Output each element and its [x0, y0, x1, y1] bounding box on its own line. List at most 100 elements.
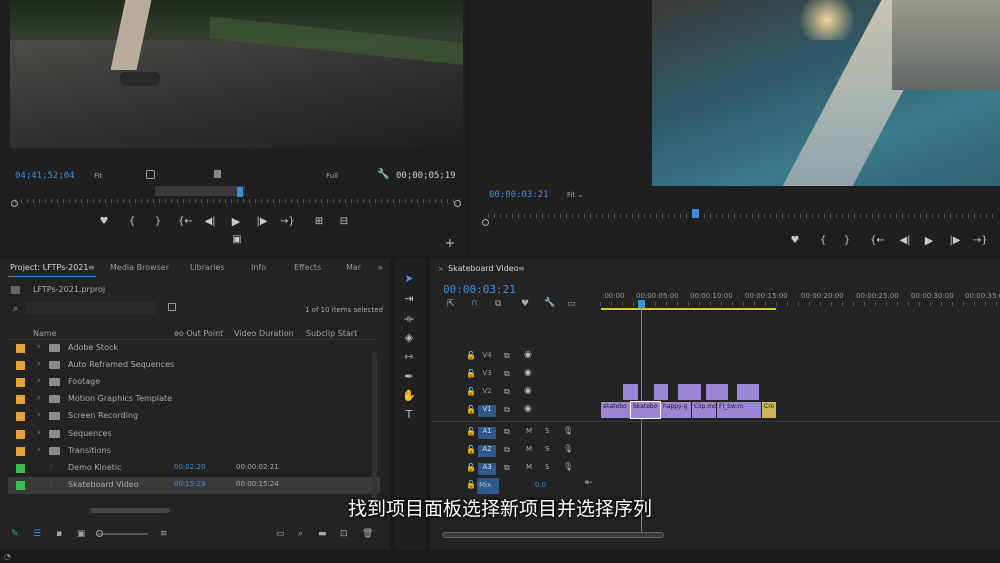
sync-lock-icon[interactable]: ⧉: [504, 387, 510, 397]
eye-icon[interactable]: ◉: [524, 350, 532, 360]
mic-icon[interactable]: 🎙: [563, 426, 573, 435]
ripple-edit-tool-icon[interactable]: ⟛: [401, 312, 417, 326]
timeline-horizontal-scrollbar[interactable]: [442, 532, 664, 538]
track-header-a1[interactable]: 🔓 A1 ⧉ M S 🎙: [432, 424, 600, 441]
camera-icon[interactable]: ▣: [230, 234, 244, 245]
automate-icon[interactable]: ▭: [276, 529, 285, 539]
new-item-icon[interactable]: ⊡: [340, 529, 348, 539]
selection-tool-icon[interactable]: ➤: [401, 272, 417, 285]
list-item[interactable]: › Transitions: [8, 443, 380, 460]
label-color-swatch[interactable]: [16, 412, 25, 421]
go-to-in-icon[interactable]: {←: [178, 216, 193, 227]
program-fit-dropdown[interactable]: Fit ⌄: [567, 191, 583, 199]
solo-button[interactable]: S: [545, 427, 549, 435]
sort-icon[interactable]: ≡: [160, 529, 168, 539]
lock-icon[interactable]: 🔓: [466, 351, 476, 360]
track-label[interactable]: V1: [478, 405, 496, 417]
source-fit-dropdown[interactable]: Fit: [94, 172, 102, 180]
mic-icon[interactable]: 🎙: [563, 462, 573, 471]
tab-project[interactable]: Project: LFTPs-2021: [10, 263, 89, 272]
icon-view-icon[interactable]: ▪: [56, 529, 62, 539]
lock-icon[interactable]: 🔓: [466, 369, 476, 378]
tab-media-browser[interactable]: Media Browser: [110, 263, 169, 272]
overwrite-icon[interactable]: ⊟: [337, 216, 351, 227]
type-tool-icon[interactable]: T: [401, 408, 417, 421]
column-subclip-start[interactable]: Subclip Start: [306, 329, 357, 338]
slip-tool-icon[interactable]: ⇿: [401, 350, 417, 363]
tab-info[interactable]: Info: [251, 263, 266, 272]
label-color-swatch[interactable]: [16, 481, 25, 490]
track-header-v2[interactable]: 🔓 V2 ⧉ ◉: [432, 384, 600, 401]
sync-lock-icon[interactable]: ⧉: [504, 427, 510, 437]
source-scroll-end[interactable]: [454, 200, 461, 207]
razor-tool-icon[interactable]: ◈: [401, 331, 417, 344]
new-bin-search-icon[interactable]: [168, 303, 176, 311]
v1-clip[interactable]: skatebo: [601, 402, 630, 418]
label-color-swatch[interactable]: [16, 378, 25, 387]
track-label[interactable]: V3: [478, 369, 496, 381]
marker-tl-icon[interactable]: ♥: [521, 299, 529, 309]
lock-icon[interactable]: 🔓: [466, 463, 476, 472]
label-color-swatch[interactable]: [16, 361, 25, 370]
list-item[interactable]: › Auto Reframed Sequences: [8, 357, 380, 374]
expand-arrow-icon[interactable]: ›: [37, 376, 41, 386]
pen-tool-icon[interactable]: ✒: [401, 370, 417, 383]
captions-icon[interactable]: ▭: [567, 299, 576, 309]
track-label[interactable]: A3: [478, 463, 496, 475]
timeline-tab-menu-icon[interactable]: ≡: [518, 264, 525, 273]
column-video-out-point[interactable]: eo Out Point: [174, 329, 223, 338]
expand-arrow-icon[interactable]: ›: [37, 410, 41, 420]
mute-button[interactable]: M: [526, 427, 532, 435]
program-add-marker-icon[interactable]: ♥: [788, 235, 802, 246]
add-marker-tl-icon[interactable]: ⧉: [495, 299, 501, 309]
play-icon[interactable]: ▶: [229, 215, 243, 228]
lock-icon[interactable]: 🔓: [466, 405, 476, 414]
mark-out-icon[interactable]: }: [151, 216, 165, 227]
v1-clip[interactable]: happy-g: [661, 402, 691, 418]
program-go-to-out-icon[interactable]: →}: [973, 235, 988, 246]
hand-tool-icon[interactable]: ✋: [401, 389, 417, 402]
v1-clip[interactable]: Clip.mc: [692, 402, 716, 418]
expand-arrow-icon[interactable]: ›: [37, 445, 41, 455]
program-playhead[interactable]: [692, 209, 699, 218]
wrench-icon[interactable]: 🔧: [377, 169, 389, 180]
column-video-duration[interactable]: Video Duration: [234, 329, 294, 338]
search-icon[interactable]: ⌕: [13, 304, 18, 314]
track-label[interactable]: A2: [478, 445, 496, 457]
sync-lock-icon[interactable]: ⧉: [504, 369, 510, 379]
label-color-swatch[interactable]: [16, 464, 25, 473]
linked-selection-icon[interactable]: ∩: [471, 298, 478, 308]
sync-lock-icon[interactable]: ⧉: [504, 351, 510, 361]
label-color-swatch[interactable]: [16, 430, 25, 439]
new-bin-icon[interactable]: ▬: [318, 529, 327, 539]
program-mark-out-icon[interactable]: }: [840, 235, 854, 246]
wrench-tl-icon[interactable]: 🔧: [544, 298, 555, 308]
go-to-out-icon[interactable]: →}: [280, 216, 295, 227]
mute-button[interactable]: M: [526, 463, 532, 471]
add-marker-icon[interactable]: ♥: [97, 216, 111, 227]
program-step-forward-icon[interactable]: |▶: [948, 235, 962, 246]
add-button-icon[interactable]: +: [443, 236, 457, 250]
sync-lock-icon[interactable]: ⧉: [504, 463, 510, 473]
label-color-swatch[interactable]: [16, 395, 25, 404]
source-scrub-handle[interactable]: [155, 186, 245, 196]
lock-icon[interactable]: 🔓: [466, 427, 476, 436]
mix-value[interactable]: 0.0: [535, 481, 546, 489]
list-item[interactable]: › Adobe Stock: [8, 340, 380, 357]
work-area-bar[interactable]: [601, 308, 776, 310]
sync-lock-icon[interactable]: ⧉: [504, 405, 510, 415]
timeline-close-icon[interactable]: ×: [438, 265, 444, 273]
list-item[interactable]: › Screen Recording: [8, 408, 380, 425]
solo-button[interactable]: S: [545, 463, 549, 471]
expand-arrow-icon[interactable]: ›: [37, 428, 41, 438]
mix-end-icon[interactable]: ⇤: [585, 478, 593, 488]
v2-clip[interactable]: [623, 384, 638, 400]
lock-icon[interactable]: 🔓: [466, 445, 476, 454]
more-tabs-icon[interactable]: »: [378, 263, 383, 272]
expand-arrow-icon[interactable]: ›: [37, 342, 41, 352]
source-playhead[interactable]: [237, 187, 243, 197]
track-label[interactable]: V4: [478, 351, 496, 363]
label-color-swatch[interactable]: [16, 447, 25, 456]
step-forward-icon[interactable]: |▶: [255, 216, 269, 227]
list-item[interactable]: ⫶ Demo Kinetic 00:02:20 00:00:02:21: [8, 460, 380, 477]
